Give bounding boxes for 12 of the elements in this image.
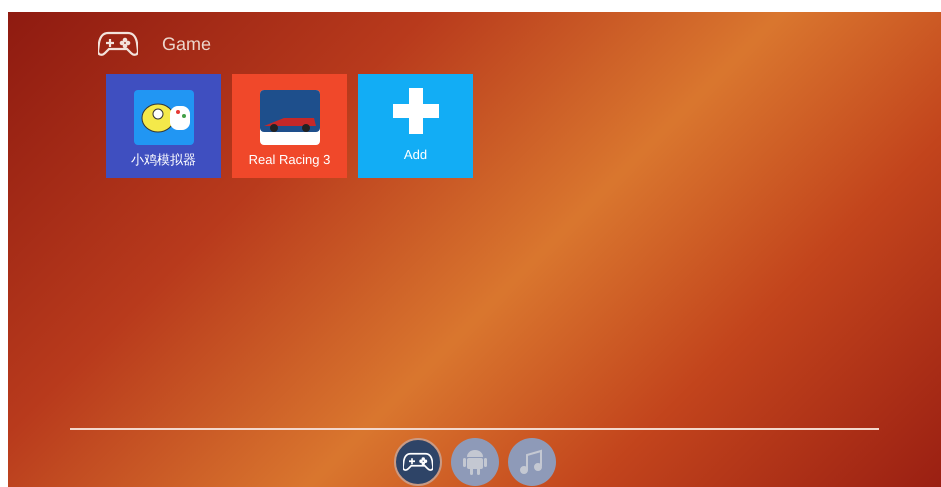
gamepad-icon — [402, 451, 432, 473]
app-tile[interactable]: Real Racing 3 — [232, 74, 347, 178]
android-robot-icon — [462, 448, 486, 476]
add-tile[interactable]: Add — [358, 74, 473, 178]
race-car-image — [260, 90, 320, 145]
app-tile[interactable]: 小鸡模拟器 — [106, 74, 221, 178]
music-note-icon — [518, 449, 544, 475]
gamepad-icon — [98, 30, 138, 58]
chick-gamepad-icon — [134, 90, 194, 145]
section-title: Game — [162, 32, 212, 56]
dock-button[interactable] — [394, 438, 442, 486]
plus-icon — [392, 88, 438, 134]
